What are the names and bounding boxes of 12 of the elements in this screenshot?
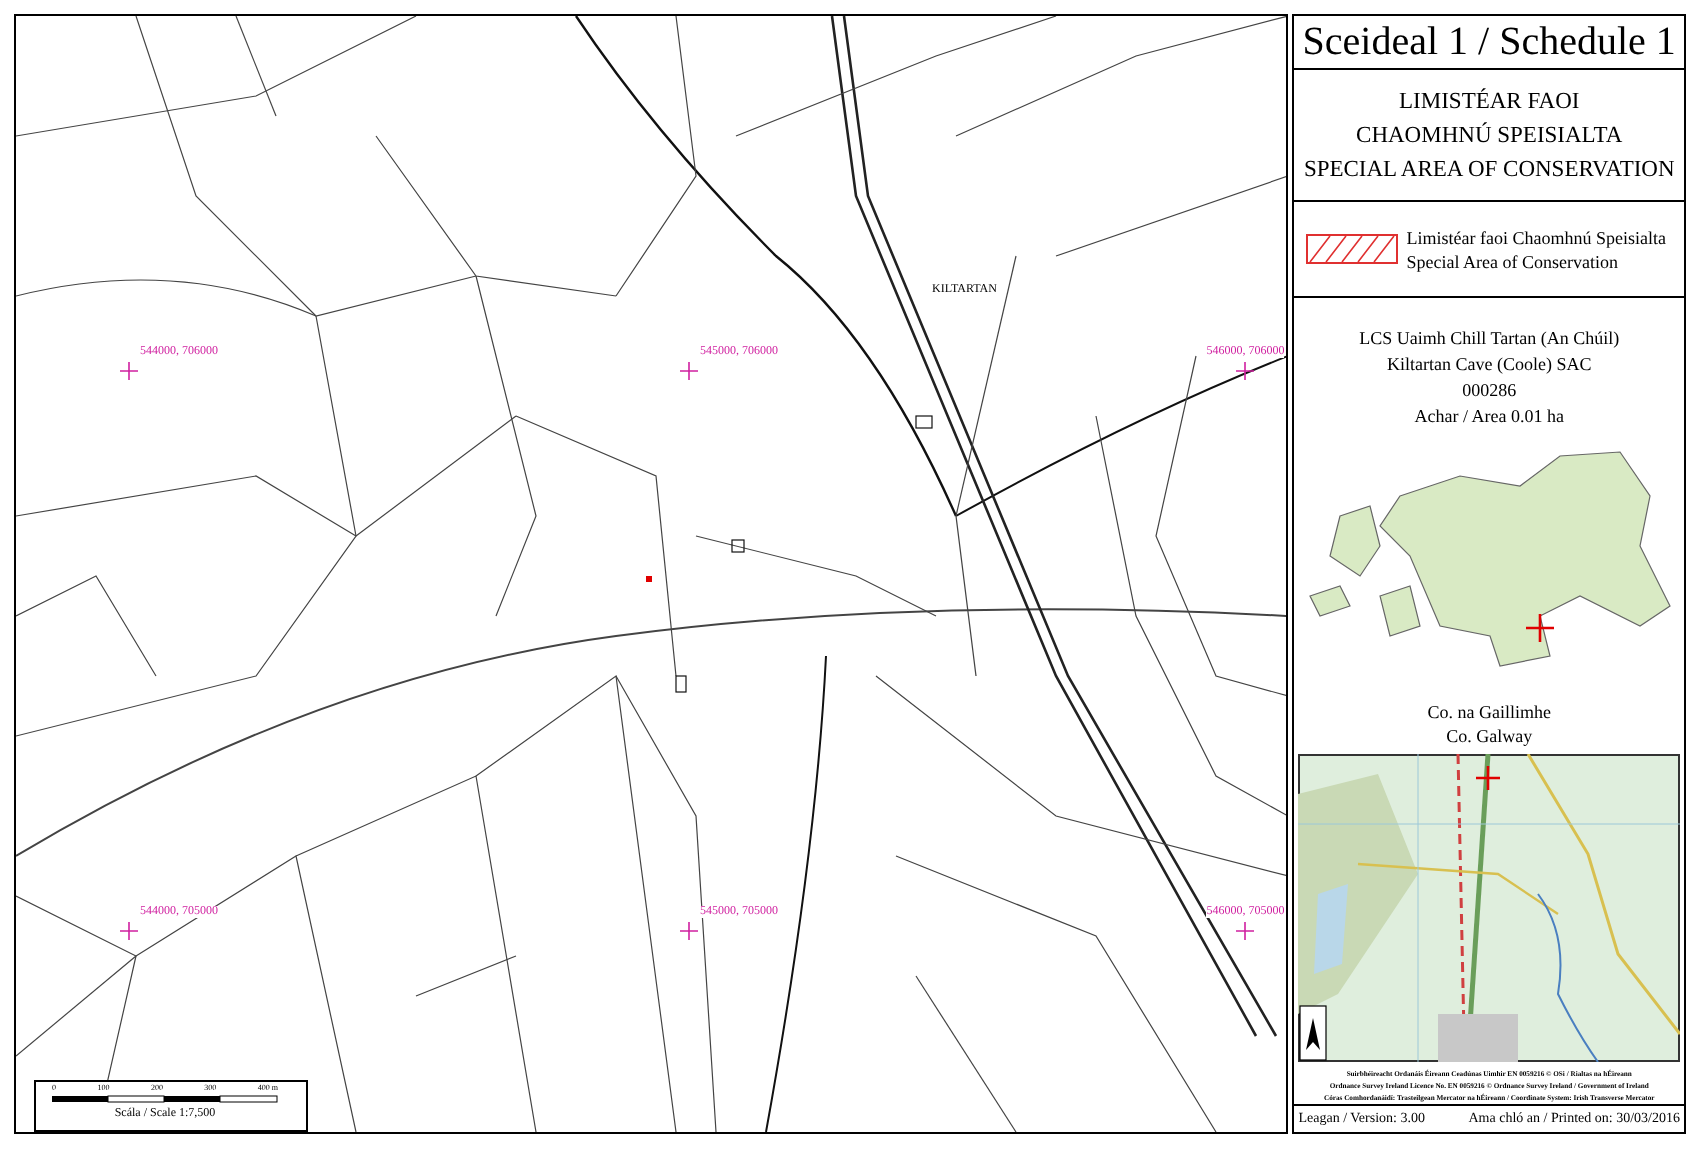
site-info-text: LCS Uaimh Chill Tartan (An Chúil) (1359, 326, 1620, 351)
site-info-text: Kiltartan Cave (Coole) SAC (1387, 352, 1592, 377)
site-info-text: Achar / Area 0.01 ha (1414, 404, 1564, 429)
site-info-text: 000286 (1462, 378, 1517, 403)
legend-label: Special Area of Conservation (1406, 249, 1620, 274)
heading-text: CHAOMHNÚ SPEISIALTA (1356, 120, 1623, 152)
heading-text: SPECIAL AREA OF CONSERVATION (1303, 155, 1675, 186)
county-name: Co. Galway (1446, 724, 1533, 749)
legend-label: Limistéar faoi Chaomhnú Speisialta (1406, 225, 1666, 250)
heading-text: LIMISTÉAR FAOI (1399, 86, 1580, 118)
schedule-title: Sceideal 1 / Schedule 1 (1294, 16, 1684, 70)
county-name: Co. na Gaillimhe (1427, 700, 1551, 725)
